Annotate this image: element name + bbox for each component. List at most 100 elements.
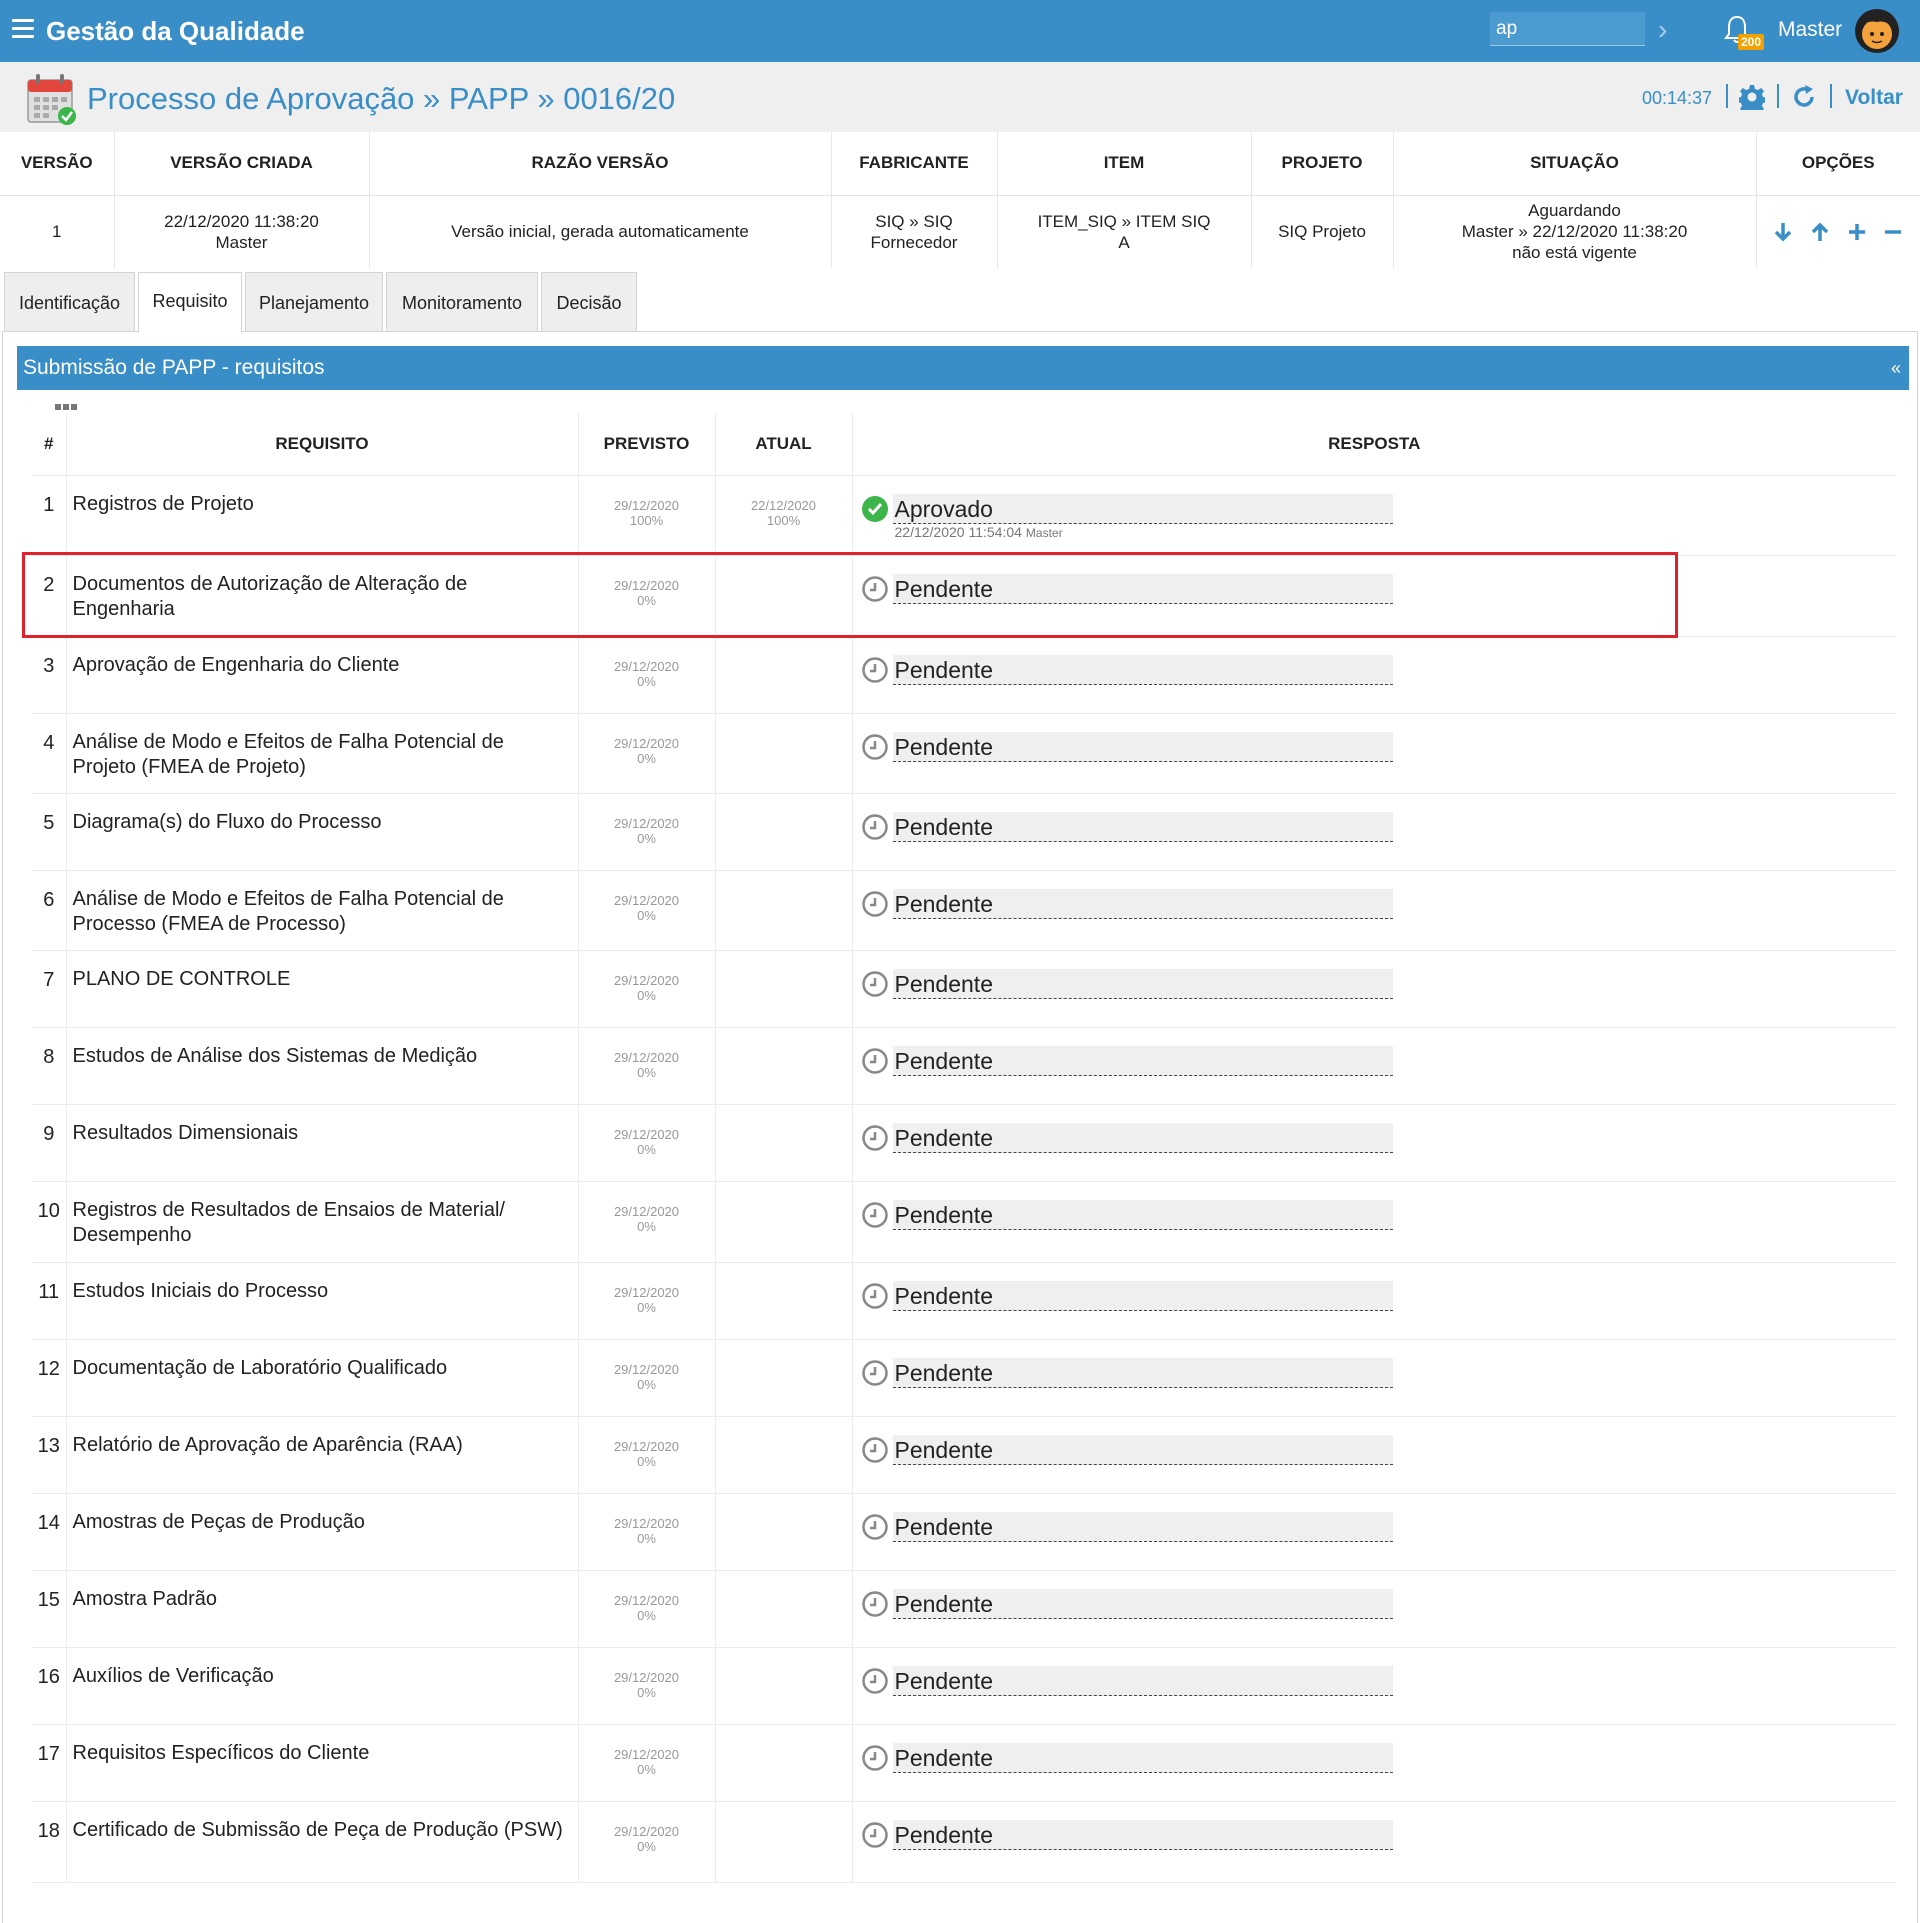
opcoes-cell <box>1756 195 1920 268</box>
item-cell: ITEM_SIQ » ITEM SIQ A <box>997 195 1252 268</box>
previsto-pct: 0% <box>637 1607 656 1623</box>
col-previsto: PREVISTO <box>578 413 716 476</box>
search-input[interactable] <box>1490 12 1645 46</box>
resposta-cell: Pendente <box>852 950 1896 1028</box>
resposta-cell: Pendente <box>852 636 1896 714</box>
top-bar: Gestão da Qualidade › 200 Master <box>0 0 1920 62</box>
status-field[interactable]: Pendente <box>892 1280 1393 1311</box>
status-field[interactable]: Pendente <box>892 968 1393 999</box>
previsto-pct: 0% <box>637 1299 656 1315</box>
projeto-cell: SIQ Projeto <box>1251 195 1394 268</box>
arrow-down-icon[interactable] <box>1773 221 1793 243</box>
refresh-icon[interactable] <box>1791 84 1817 110</box>
row-number: 16 <box>32 1647 67 1725</box>
table-row[interactable]: 18 Certificado de Submissão de Peça de Pr… <box>32 1801 1896 1883</box>
previsto-cell: 29/12/2020 0% <box>578 950 716 1028</box>
tab-requisito[interactable]: Requisito <box>138 272 242 333</box>
criada-user: Master <box>215 232 268 252</box>
collapse-icon[interactable]: « <box>1891 346 1901 390</box>
col-razao-versao: RAZÃO VERSÃO <box>369 132 832 196</box>
table-row[interactable]: 6 Análise de Modo e Efeitos de Falha Pote… <box>32 870 1896 951</box>
tab-planejamento[interactable]: Planejamento <box>245 272 383 332</box>
table-row[interactable]: 17 Requisitos Específicos do Cliente 29/12… <box>32 1724 1896 1802</box>
requirements-table: # REQUISITO PREVISTO ATUAL RESPOSTA 1 Reg… <box>32 413 1896 1883</box>
resposta-cell: Pendente <box>852 1570 1896 1648</box>
requisito-cell: Aprovação de Engenharia do Cliente <box>66 636 579 714</box>
status-field[interactable]: Pendente <box>892 654 1393 685</box>
col-num: # <box>32 413 67 476</box>
table-row[interactable]: 13 Relatório de Aprovação de Aparência (R… <box>32 1416 1896 1494</box>
table-row[interactable]: 16 Auxílios de Verificação 29/12/2020 0% Pen… <box>32 1647 1896 1725</box>
resposta-cell: Aprovado 22/12/2020 11:54:04 Master <box>852 475 1896 556</box>
table-row[interactable]: 11 Estudos Iniciais do Processo 29/12/2020… <box>32 1262 1896 1340</box>
item-line-2: A <box>1118 232 1130 252</box>
col-resposta: RESPOSTA <box>852 413 1896 476</box>
status-field[interactable]: Pendente <box>892 888 1393 919</box>
tab-decisao[interactable]: Decisão <box>541 272 637 332</box>
requisito-cell: Registros de Projeto <box>66 475 579 556</box>
table-row[interactable]: 3 Aprovação de Engenharia do Cliente 29/12… <box>32 636 1896 714</box>
gear-icon[interactable] <box>1739 84 1765 110</box>
table-row[interactable]: 4 Análise de Modo e Efeitos de Falha Pote… <box>32 713 1896 794</box>
atual-cell <box>715 1493 853 1571</box>
col-situacao: SITUAÇÃO <box>1393 132 1757 196</box>
table-row[interactable]: 12 Documentação de Laboratório Qualificad… <box>32 1339 1896 1417</box>
user-name[interactable]: Master <box>1778 18 1842 42</box>
row-number: 5 <box>32 793 67 871</box>
clock-icon <box>861 1124 888 1151</box>
previsto-date: 29/12/2020 <box>613 1049 680 1065</box>
table-row[interactable]: 8 Estudos de Análise dos Sistemas de Medi… <box>32 1027 1896 1105</box>
row-number: 17 <box>32 1724 67 1802</box>
situacao-line-3: não está vigente <box>1512 243 1637 263</box>
arrow-up-icon[interactable] <box>1810 221 1830 243</box>
status-field[interactable]: Pendente <box>892 1819 1393 1850</box>
status-field[interactable]: Pendente <box>892 811 1393 842</box>
app-title: Gestão da Qualidade <box>46 16 305 46</box>
resposta-cell: Pendente <box>852 793 1896 871</box>
previsto-cell: 29/12/2020 0% <box>578 1104 716 1182</box>
table-row[interactable]: 1 Registros de Projeto 29/12/2020 100% 22/12… <box>32 475 1896 556</box>
atual-cell <box>715 1416 853 1494</box>
status-field[interactable]: Pendente <box>892 1665 1393 1696</box>
search-go-chevron-icon[interactable]: › <box>1658 14 1667 46</box>
table-row[interactable]: 14 Amostras de Peças de Produção 29/12/202… <box>32 1493 1896 1571</box>
table-row[interactable]: 5 Diagrama(s) do Fluxo do Processo 29/12/2… <box>32 793 1896 871</box>
status-field[interactable]: Pendente <box>892 1588 1393 1619</box>
status-field[interactable]: Aprovado <box>892 493 1393 524</box>
previsto-pct: 0% <box>637 1453 656 1469</box>
status-field[interactable]: Pendente <box>892 1511 1393 1542</box>
atual-cell <box>715 636 853 714</box>
tab-identificacao[interactable]: Identificação <box>4 272 135 332</box>
status-field[interactable]: Pendente <box>892 573 1393 604</box>
status-field[interactable]: Pendente <box>892 1357 1393 1388</box>
table-row[interactable]: 9 Resultados Dimensionais 29/12/2020 0% Pend… <box>32 1104 1896 1182</box>
status-field[interactable]: Pendente <box>892 1045 1393 1076</box>
resposta-cell: Pendente <box>852 1493 1896 1571</box>
fabricante-line-2: Fornecedor <box>870 232 958 252</box>
atual-cell <box>715 1181 853 1263</box>
avatar[interactable] <box>1854 8 1900 54</box>
atual-cell <box>715 1339 853 1417</box>
hamburger-menu-icon[interactable] <box>12 19 34 41</box>
status-field[interactable]: Pendente <box>892 1434 1393 1465</box>
table-row[interactable]: 10 Registros de Resultados de Ensaios de … <box>32 1181 1896 1263</box>
status-field[interactable]: Pendente <box>892 1199 1393 1230</box>
version-table-header: VERSÃO VERSÃO CRIADA RAZÃO VERSÃO FABRIC… <box>0 132 1920 196</box>
requisito-cell: PLANO DE CONTROLE <box>66 950 579 1028</box>
table-row[interactable]: 2 Documentos de Autorização de Alteração … <box>32 555 1896 637</box>
table-row[interactable]: 15 Amostra Padrão 29/12/2020 0% Pendente <box>32 1570 1896 1648</box>
status-field[interactable]: Pendente <box>892 731 1393 762</box>
table-row[interactable]: 7 PLANO DE CONTROLE 29/12/2020 0% Pendente <box>32 950 1896 1028</box>
previsto-pct: 0% <box>637 673 656 689</box>
status-field[interactable]: Pendente <box>892 1122 1393 1153</box>
back-link[interactable]: Voltar <box>1845 86 1903 110</box>
status-field[interactable]: Pendente <box>892 1742 1393 1773</box>
previsto-cell: 29/12/2020 0% <box>578 1027 716 1105</box>
clock-icon <box>861 1744 888 1771</box>
plus-icon[interactable] <box>1847 221 1867 243</box>
tab-monitoramento[interactable]: Monitoramento <box>386 272 538 332</box>
minus-icon[interactable] <box>1883 221 1903 243</box>
separator <box>1726 84 1728 108</box>
versao-cell: 1 <box>0 195 115 268</box>
col-opcoes: OPÇÕES <box>1756 132 1920 196</box>
